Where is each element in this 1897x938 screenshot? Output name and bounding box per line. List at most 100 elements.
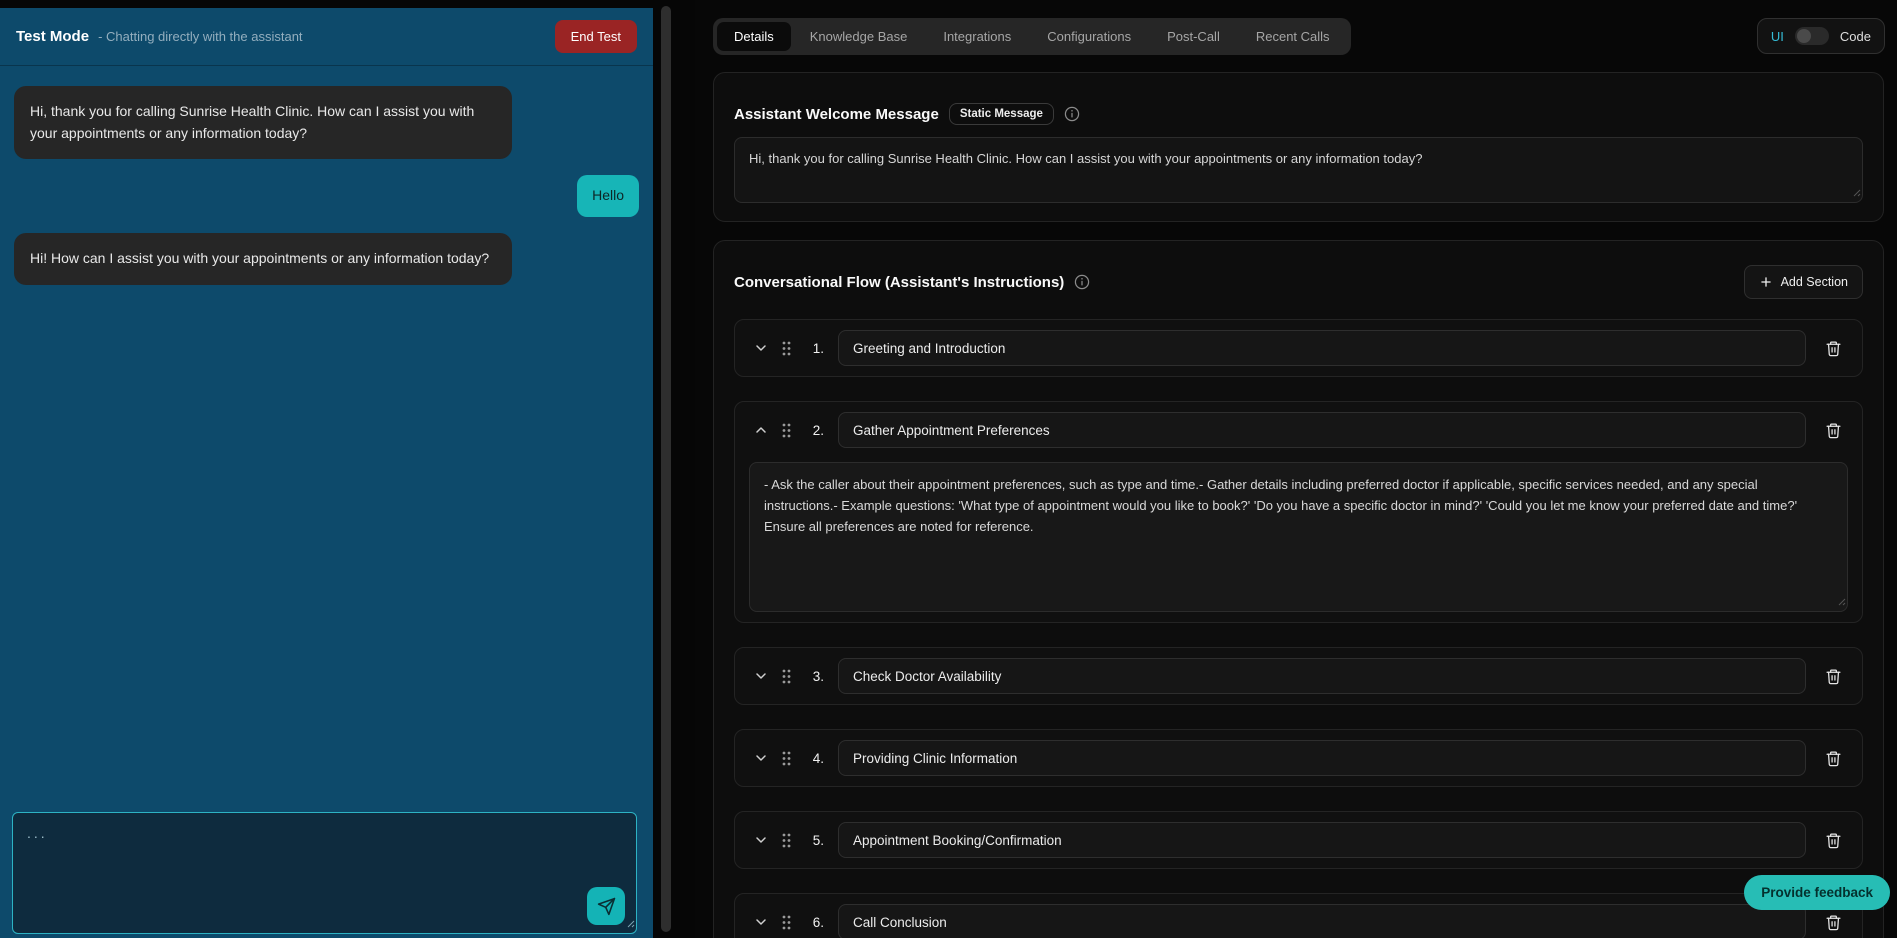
end-test-button[interactable]: End Test xyxy=(555,20,637,53)
drag-handle-icon[interactable] xyxy=(781,914,792,931)
chat-message-row: Hello xyxy=(14,175,639,217)
toggle-code-label[interactable]: Code xyxy=(1840,29,1871,44)
tab-post-call[interactable]: Post-Call xyxy=(1150,22,1237,51)
chevron-down-icon xyxy=(753,668,769,684)
section-number: 5. xyxy=(806,833,824,848)
section-number: 6. xyxy=(806,915,824,930)
flow-section-header: 2. xyxy=(749,412,1848,448)
flow-section-header: 6. xyxy=(749,904,1848,938)
panel-gutter xyxy=(653,0,695,938)
flow-section-header: 1. xyxy=(749,330,1848,366)
drag-handle-icon[interactable] xyxy=(781,422,792,439)
add-section-button[interactable]: Add Section xyxy=(1744,265,1863,299)
welcome-card-title: Assistant Welcome Message xyxy=(734,106,939,123)
flow-section-row: 4. xyxy=(734,729,1863,787)
app-root: Test Mode - Chatting directly with the a… xyxy=(0,0,1897,938)
send-message-button[interactable] xyxy=(587,887,625,925)
section-title-input[interactable] xyxy=(838,412,1806,448)
paper-plane-icon xyxy=(597,897,616,916)
editor-tabbar: Details Knowledge Base Integrations Conf… xyxy=(713,18,1351,55)
flow-card-title: Conversational Flow (Assistant's Instruc… xyxy=(734,274,1064,291)
flow-section-row: 5. xyxy=(734,811,1863,869)
chevron-up-icon xyxy=(753,422,769,438)
plus-icon xyxy=(1759,275,1773,289)
delete-section-button[interactable] xyxy=(1818,333,1848,363)
add-section-label: Add Section xyxy=(1781,275,1848,289)
drag-handle-icon[interactable] xyxy=(781,668,792,685)
chat-header: Test Mode - Chatting directly with the a… xyxy=(0,8,653,66)
chevron-toggle-button[interactable] xyxy=(749,910,773,934)
chat-bubble-assistant: Hi, thank you for calling Sunrise Health… xyxy=(14,86,512,159)
conversational-flow-card: Conversational Flow (Assistant's Instruc… xyxy=(713,240,1884,938)
switch-knob xyxy=(1797,29,1811,43)
provide-feedback-button[interactable]: Provide feedback xyxy=(1744,875,1890,910)
chat-message-row: Hi! How can I assist you with your appoi… xyxy=(14,233,639,285)
tab-configurations[interactable]: Configurations xyxy=(1030,22,1148,51)
section-title-input[interactable] xyxy=(838,330,1806,366)
chevron-toggle-button[interactable] xyxy=(749,664,773,688)
flow-section-row: 6. xyxy=(734,893,1863,938)
drag-handle-icon[interactable] xyxy=(781,340,792,357)
static-message-badge: Static Message xyxy=(949,103,1054,125)
drag-handle-icon[interactable] xyxy=(781,750,792,767)
chat-message-row: Hi, thank you for calling Sunrise Health… xyxy=(14,86,639,159)
test-mode-title: Test Mode xyxy=(16,28,89,45)
delete-section-button[interactable] xyxy=(1818,743,1848,773)
section-title-input[interactable] xyxy=(838,822,1806,858)
flow-section-row: 2. - Ask the caller about their appointm… xyxy=(734,401,1863,623)
delete-section-button[interactable] xyxy=(1818,825,1848,855)
flow-section-row: 1. xyxy=(734,319,1863,377)
ui-code-toggle: UI Code xyxy=(1757,18,1885,54)
section-number: 2. xyxy=(806,423,824,438)
trash-icon xyxy=(1825,668,1842,685)
chat-composer xyxy=(12,812,637,934)
chat-bubble-user: Hello xyxy=(577,175,639,217)
info-icon[interactable] xyxy=(1064,106,1080,122)
chevron-toggle-button[interactable] xyxy=(749,336,773,360)
section-title-input[interactable] xyxy=(838,904,1806,938)
chevron-down-icon xyxy=(753,750,769,766)
welcome-message-textarea[interactable]: Hi, thank you for calling Sunrise Health… xyxy=(734,137,1863,203)
flow-section-header: 4. xyxy=(749,740,1848,776)
chevron-toggle-button[interactable] xyxy=(749,828,773,852)
tab-recent-calls[interactable]: Recent Calls xyxy=(1239,22,1347,51)
chat-message-list: Hi, thank you for calling Sunrise Health… xyxy=(0,66,653,938)
flow-section-header: 3. xyxy=(749,658,1848,694)
scrollbar-thumb[interactable] xyxy=(661,6,671,932)
section-instructions: - Ask the caller about their appointment… xyxy=(749,462,1848,612)
test-mode-subtitle: - Chatting directly with the assistant xyxy=(98,29,302,44)
trash-icon xyxy=(1825,832,1842,849)
welcome-message-card: Assistant Welcome Message Static Message… xyxy=(713,72,1884,222)
tab-integrations[interactable]: Integrations xyxy=(926,22,1028,51)
trash-icon xyxy=(1825,914,1842,931)
delete-section-button[interactable] xyxy=(1818,415,1848,445)
chat-bubble-assistant: Hi! How can I assist you with your appoi… xyxy=(14,233,512,285)
ui-code-switch[interactable] xyxy=(1795,27,1829,45)
trash-icon xyxy=(1825,750,1842,767)
trash-icon xyxy=(1825,422,1842,439)
flow-section-row: 3. xyxy=(734,647,1863,705)
drag-handle-icon[interactable] xyxy=(781,832,792,849)
flow-section-list: 1. 2. xyxy=(734,319,1863,938)
section-title-input[interactable] xyxy=(838,658,1806,694)
section-title-input[interactable] xyxy=(838,740,1806,776)
section-instructions-textarea[interactable]: - Ask the caller about their appointment… xyxy=(749,462,1848,612)
chevron-down-icon xyxy=(753,340,769,356)
section-number: 1. xyxy=(806,341,824,356)
test-mode-panel: Test Mode - Chatting directly with the a… xyxy=(0,8,653,938)
trash-icon xyxy=(1825,340,1842,357)
toggle-ui-label[interactable]: UI xyxy=(1771,29,1784,44)
tab-details[interactable]: Details xyxy=(717,22,791,51)
flow-section-header: 5. xyxy=(749,822,1848,858)
delete-section-button[interactable] xyxy=(1818,907,1848,937)
chevron-down-icon xyxy=(753,914,769,930)
info-icon[interactable] xyxy=(1074,274,1090,290)
chevron-toggle-button[interactable] xyxy=(749,418,773,442)
delete-section-button[interactable] xyxy=(1818,661,1848,691)
section-number: 4. xyxy=(806,751,824,766)
section-number: 3. xyxy=(806,669,824,684)
tab-knowledge-base[interactable]: Knowledge Base xyxy=(793,22,925,51)
chat-input[interactable] xyxy=(12,812,637,934)
chevron-down-icon xyxy=(753,832,769,848)
chevron-toggle-button[interactable] xyxy=(749,746,773,770)
